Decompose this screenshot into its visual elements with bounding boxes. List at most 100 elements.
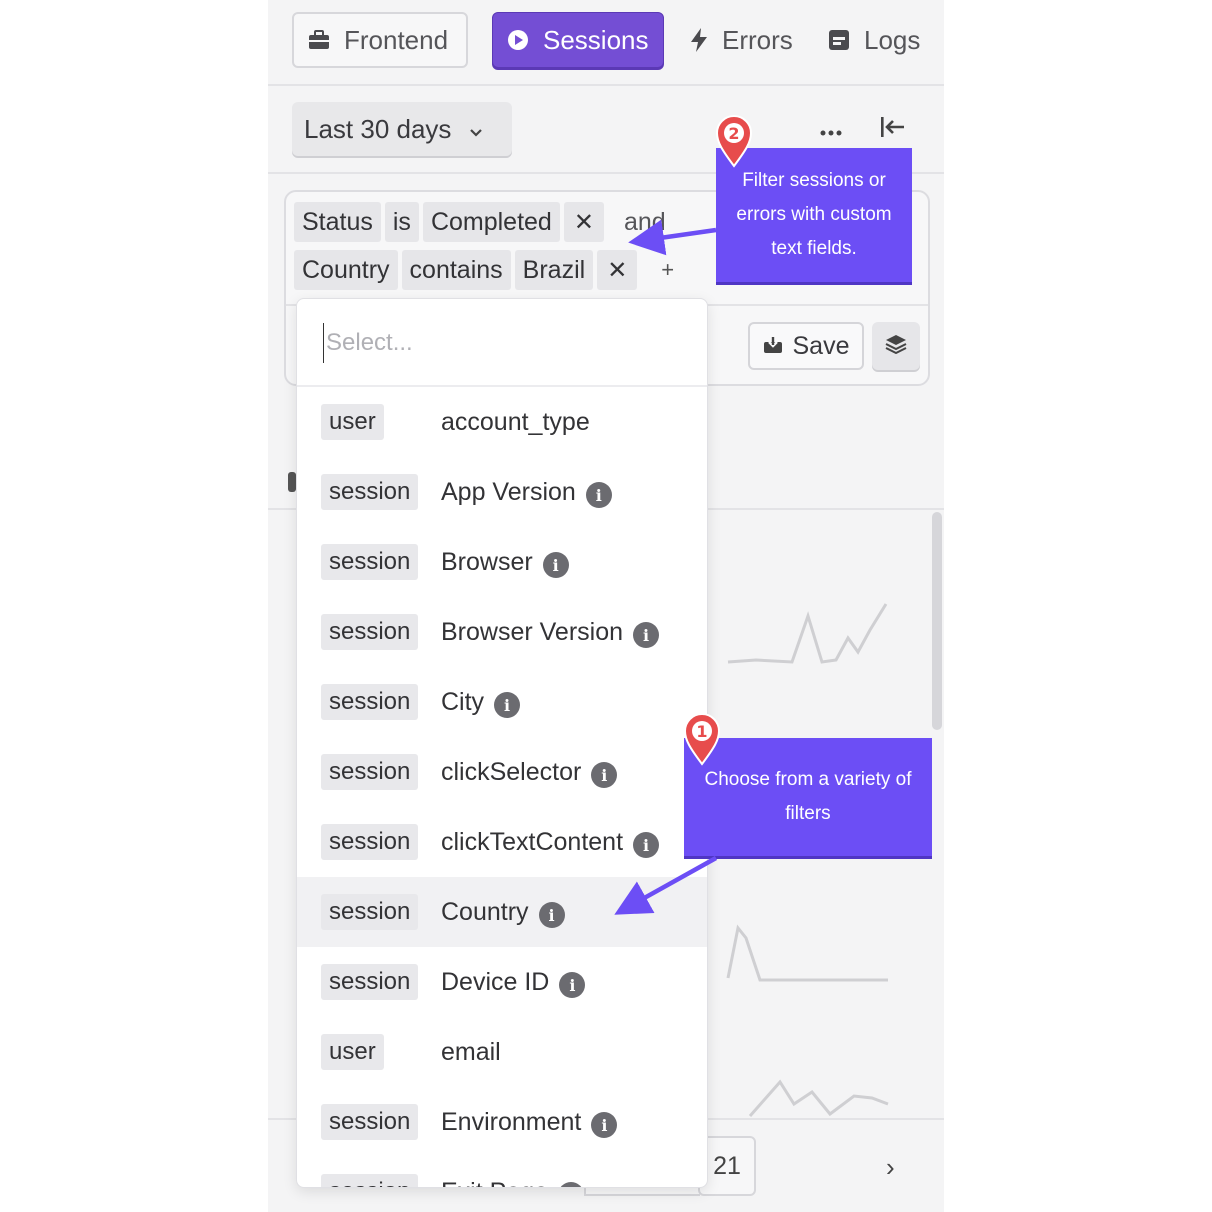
sparkline	[727, 603, 888, 664]
info-icon[interactable]: i	[538, 902, 565, 928]
option-label: Exit Page i	[441, 1176, 585, 1188]
option-label: Device ID i	[441, 966, 586, 998]
tab-bar: Frontend Sessions Errors Logs	[268, 0, 944, 86]
search-input[interactable]	[323, 323, 683, 363]
callout-custom-text-fields: Filter sessions or errors with custom te…	[716, 148, 912, 282]
add-filter-button[interactable]: +	[641, 250, 674, 290]
info-icon[interactable]: i	[633, 832, 660, 858]
callout-text: text fields.	[771, 238, 857, 259]
info-icon[interactable]: i	[591, 1112, 618, 1138]
save-label: Save	[792, 331, 850, 360]
option-type-tag: session	[321, 824, 419, 860]
option-label-text: clickSelector	[441, 757, 582, 786]
info-icon[interactable]: i	[559, 972, 586, 998]
option-type-tag: session	[321, 1174, 419, 1187]
segments-button[interactable]	[872, 322, 920, 370]
option-type-tag: user	[321, 1034, 384, 1070]
option-label-text: City	[441, 687, 485, 716]
option-label: clickSelector i	[441, 756, 618, 788]
option-type-tag: session	[321, 474, 419, 510]
dropdown-option[interactable]: session City i	[297, 667, 707, 737]
briefcase-icon	[308, 30, 330, 50]
partial-control	[288, 472, 296, 492]
option-type-tag: user	[321, 404, 384, 440]
callout-text: errors with custom	[736, 204, 892, 225]
option-type-tag: session	[321, 1104, 419, 1140]
chevron-down-icon	[469, 114, 483, 145]
dropdown-option[interactable]: session Device ID i	[297, 947, 707, 1017]
option-label-text: Browser	[441, 547, 533, 576]
tab-logs[interactable]: Logs	[814, 12, 932, 68]
date-range-dropdown[interactable]: Last 30 days	[292, 102, 512, 156]
option-label: Browser Version i	[441, 616, 660, 648]
option-type-tag: session	[321, 544, 419, 580]
callout-text: Choose from a variety of	[704, 769, 912, 790]
scrollbar[interactable]	[932, 512, 942, 730]
remove-filter-button[interactable]: ✕	[597, 250, 638, 290]
filter-joiner: and	[623, 207, 666, 236]
option-label-text: App Version	[441, 477, 576, 506]
info-icon[interactable]: i	[558, 1182, 585, 1187]
dropdown-option[interactable]: session clickTextContent i	[297, 807, 707, 877]
option-type-tag: session	[321, 894, 419, 930]
info-icon[interactable]: i	[591, 762, 618, 788]
option-label: Environment i	[441, 1106, 618, 1138]
dropdown-option[interactable]: session Browser Version i	[297, 597, 707, 667]
marker-number: 2	[728, 124, 739, 143]
option-label-text: email	[441, 1037, 501, 1066]
save-button[interactable]: Save	[748, 322, 864, 370]
option-label-text: Browser Version	[441, 617, 624, 646]
dropdown-option[interactable]: session App Version i	[297, 457, 707, 527]
more-options-icon[interactable]	[820, 116, 842, 142]
filter-operator[interactable]: is	[384, 202, 419, 242]
option-label: Browser i	[441, 546, 569, 578]
filter-value[interactable]: Completed	[422, 202, 560, 242]
info-icon[interactable]: i	[585, 482, 612, 508]
filter-value[interactable]: Brazil	[514, 250, 594, 290]
marker-pin-icon: 1	[683, 713, 721, 766]
option-label: Country i	[441, 896, 565, 928]
callout-text: filters	[785, 803, 831, 824]
info-icon[interactable]: i	[633, 622, 660, 648]
dropdown-option[interactable]: session Exit Page i	[297, 1157, 707, 1188]
option-label-text: Country	[441, 897, 529, 926]
marker-pin-icon: 2	[715, 115, 753, 168]
option-label: account_type	[441, 408, 590, 437]
option-type-tag: session	[321, 614, 419, 650]
dropdown-option[interactable]: session Browser i	[297, 527, 707, 597]
dropdown-option[interactable]: session Country i	[297, 877, 707, 947]
filter-row-status: Status is Completed ✕ and	[294, 202, 666, 242]
tab-sessions[interactable]: Sessions	[492, 12, 664, 68]
option-label: email	[441, 1038, 501, 1067]
dropdown-option[interactable]: user account_type	[297, 387, 707, 457]
next-page-icon[interactable]: ›	[886, 1152, 895, 1183]
option-label-text: Device ID	[441, 967, 550, 996]
remove-filter-button[interactable]: ✕	[563, 202, 604, 242]
collapse-panel-icon[interactable]	[880, 116, 906, 143]
option-label-text: clickTextContent	[441, 827, 624, 856]
date-range-label: Last 30 days	[304, 113, 452, 144]
filter-field[interactable]: Country	[294, 250, 398, 290]
tab-frontend[interactable]: Frontend	[292, 12, 468, 68]
dropdown-option[interactable]: session Environment i	[297, 1087, 707, 1157]
info-icon[interactable]: i	[494, 692, 521, 718]
option-label-text: Exit Page	[441, 1178, 548, 1188]
option-label: City i	[441, 686, 521, 718]
info-icon[interactable]: i	[542, 552, 569, 578]
sparkline	[748, 1079, 889, 1117]
tab-errors[interactable]: Errors	[676, 12, 806, 68]
dropdown-option[interactable]: user email	[297, 1017, 707, 1087]
lightning-icon	[690, 28, 708, 52]
option-label: clickTextContent i	[441, 826, 660, 858]
filter-operator[interactable]: contains	[401, 250, 511, 290]
option-label: App Version i	[441, 476, 612, 508]
dropdown-option[interactable]: session clickSelector i	[297, 737, 707, 807]
marker-number: 1	[696, 722, 707, 741]
log-icon	[828, 29, 850, 51]
tab-label: Sessions	[543, 24, 649, 55]
sparkline	[726, 924, 888, 982]
filter-field[interactable]: Status	[294, 202, 381, 242]
dropdown-search	[297, 299, 707, 387]
filter-row-country: Country contains Brazil ✕ +	[294, 250, 674, 290]
option-type-tag: session	[321, 684, 419, 720]
